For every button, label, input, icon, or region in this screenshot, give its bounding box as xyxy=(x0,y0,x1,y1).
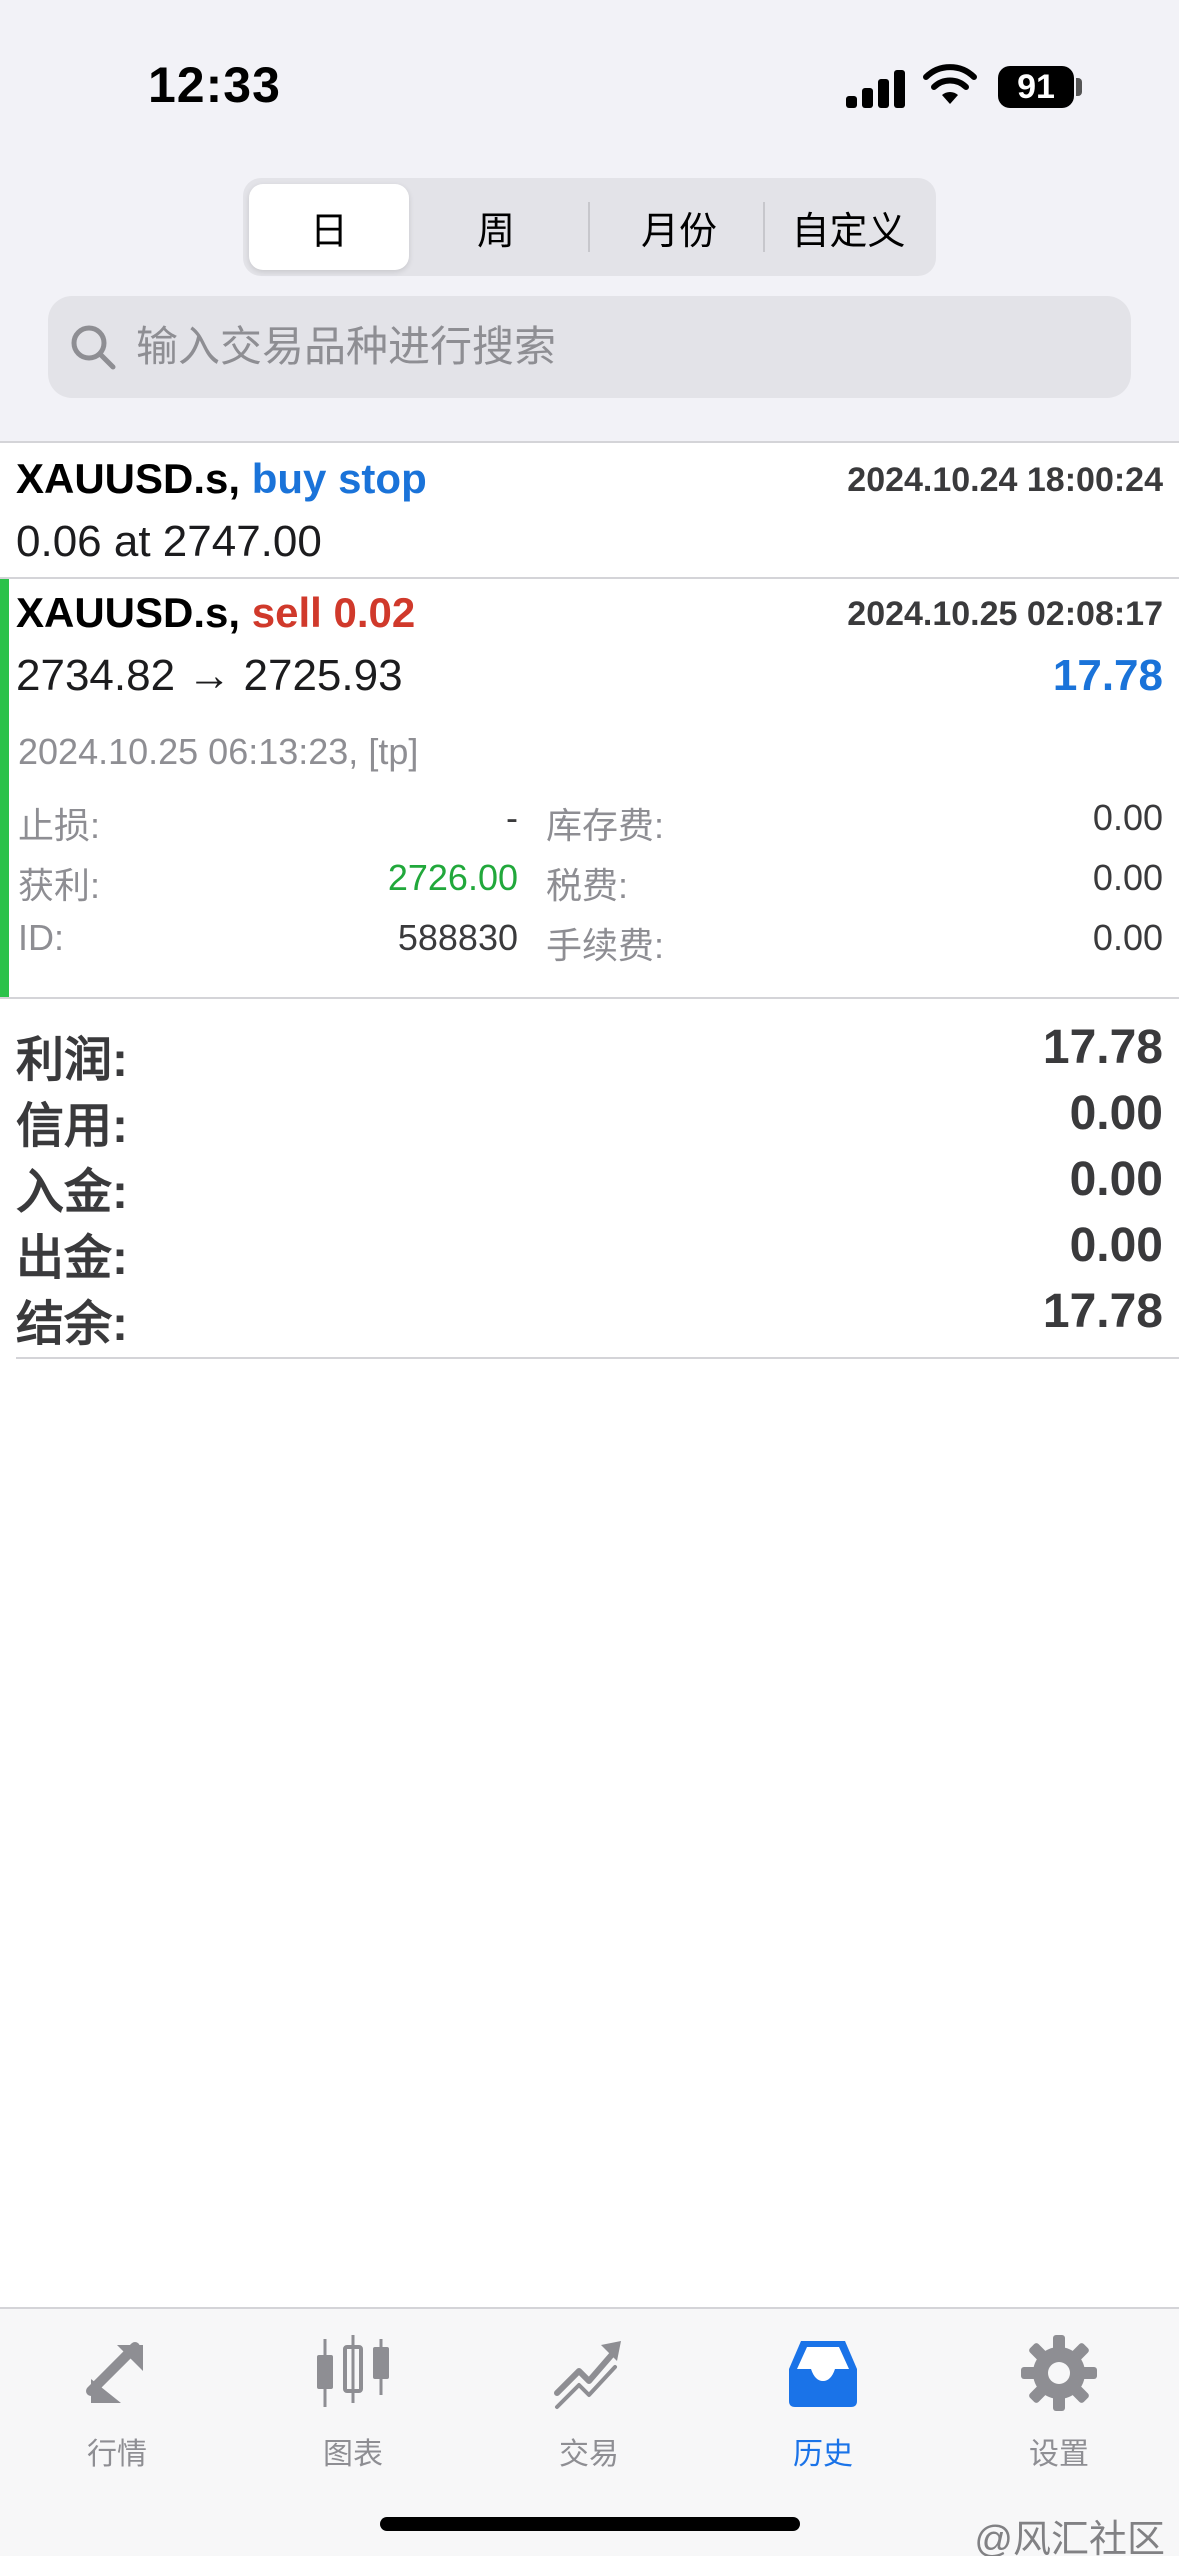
trade-icon xyxy=(554,2341,621,2409)
swap-value: 0.00 xyxy=(1092,797,1163,838)
gear-icon xyxy=(1021,2335,1097,2411)
battery-icon: 91 xyxy=(998,66,1074,108)
summary-profit-value: 17.78 xyxy=(1042,1021,1163,1074)
fee-value: 0.00 xyxy=(1092,917,1163,958)
tab-day[interactable]: 日 xyxy=(249,184,409,270)
selected-indicator xyxy=(0,579,9,997)
battery-level: 91 xyxy=(1017,67,1055,106)
order-datetime: 2024.10.24 18:00:24 xyxy=(847,461,1163,499)
order-row-buy-stop[interactable]: XAUUSD.s, buy stop 2024.10.24 18:00:24 0… xyxy=(0,445,1179,579)
tab-settings[interactable]: 设置 xyxy=(969,2329,1149,2479)
tab-chart[interactable]: 图表 xyxy=(263,2329,443,2479)
tp-label: 获利: xyxy=(18,865,101,906)
order-symbol: XAUUSD.s, xyxy=(16,455,241,502)
summary-profit-label: 利润: xyxy=(16,1034,128,1087)
segment-divider xyxy=(588,202,590,252)
home-indicator[interactable] xyxy=(380,2517,800,2531)
search-input[interactable] xyxy=(136,312,1096,382)
tab-label: 历史 xyxy=(793,2438,853,2471)
tax-label: 税费: xyxy=(546,865,629,906)
summary-withdrawal-value: 0.00 xyxy=(1069,1219,1163,1272)
tp-value: 2726.00 xyxy=(387,857,518,898)
cellular-signal-icon xyxy=(846,68,906,108)
search-bar[interactable] xyxy=(48,296,1131,398)
id-label: ID: xyxy=(18,917,65,958)
order-close-info: 2024.10.25 06:13:23, [tp] xyxy=(18,731,419,772)
summary-deposit-value: 0.00 xyxy=(1069,1153,1163,1206)
summary-divider xyxy=(16,1357,1179,1359)
segment-divider xyxy=(763,202,765,252)
summary-withdrawal-label: 出金: xyxy=(16,1232,128,1285)
order-symbol: XAUUSD.s, xyxy=(16,589,241,636)
tab-history[interactable]: 历史 xyxy=(733,2329,913,2479)
id-value: 588830 xyxy=(397,917,518,958)
tab-label: 设置 xyxy=(1029,2438,1089,2471)
tab-week[interactable]: 周 xyxy=(409,184,583,270)
order-action: buy stop xyxy=(251,455,427,502)
summary-balance-value: 17.78 xyxy=(1042,1285,1163,1338)
summary-deposit-label: 入金: xyxy=(16,1166,128,1219)
sl-value: - xyxy=(506,797,518,838)
summary-credit-label: 信用: xyxy=(16,1100,128,1153)
summary-credit-value: 0.00 xyxy=(1069,1087,1163,1140)
order-symbol-line: XAUUSD.s, buy stop xyxy=(16,455,427,503)
tab-custom[interactable]: 自定义 xyxy=(767,184,930,270)
order-detail: 0.06 at 2747.00 xyxy=(16,517,322,566)
watermark: @风汇社区 xyxy=(974,2519,1165,2556)
period-segmented-control: 日 周 月份 自定义 xyxy=(243,178,936,276)
fee-label: 手续费: xyxy=(546,925,665,966)
history-icon xyxy=(789,2341,857,2407)
tab-month[interactable]: 月份 xyxy=(593,184,765,270)
quotes-icon xyxy=(86,2342,143,2403)
order-profit: 17.78 xyxy=(1052,651,1163,700)
swap-label: 库存费: xyxy=(546,805,665,846)
tab-label: 图表 xyxy=(323,2438,383,2471)
order-price-change: 2734.82 → 2725.93 xyxy=(16,651,403,700)
order-action: sell 0.02 xyxy=(251,589,416,636)
tab-label: 行情 xyxy=(87,2438,147,2471)
battery-tip xyxy=(1076,78,1082,96)
summary-balance-label: 结余: xyxy=(16,1298,128,1351)
wifi-icon xyxy=(923,64,977,104)
order-symbol-line: XAUUSD.s, sell 0.02 xyxy=(16,589,415,637)
sl-label: 止损: xyxy=(18,805,101,846)
status-time: 12:33 xyxy=(148,57,281,113)
tab-label: 交易 xyxy=(559,2438,619,2471)
tax-value: 0.00 xyxy=(1092,857,1163,898)
order-row-sell[interactable]: XAUUSD.s, sell 0.02 2024.10.25 02:08:17 … xyxy=(0,579,1179,999)
tab-quotes[interactable]: 行情 xyxy=(27,2329,207,2479)
tab-trade[interactable]: 交易 xyxy=(499,2329,679,2479)
order-datetime: 2024.10.25 02:08:17 xyxy=(847,595,1163,633)
header: 12:33 91 日 周 月份 自定义 xyxy=(0,0,1179,443)
search-icon xyxy=(71,325,116,370)
chart-icon xyxy=(317,2335,389,2407)
